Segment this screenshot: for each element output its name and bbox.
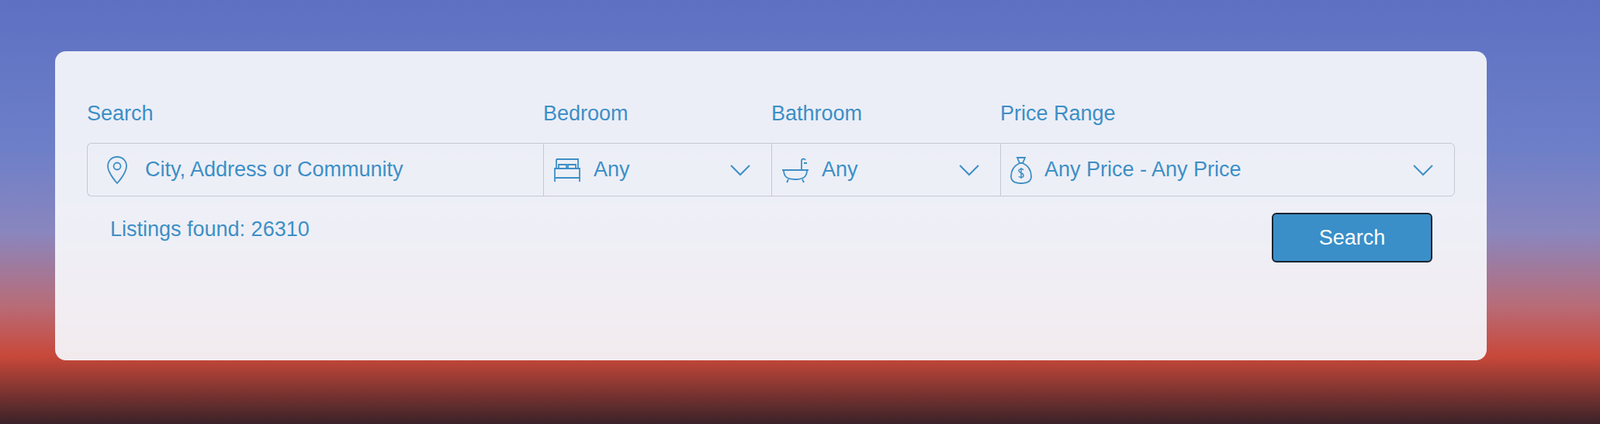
search-button[interactable]: Search <box>1271 212 1433 263</box>
listings-count: Listings found: 26310 <box>110 212 310 242</box>
search-input[interactable]: City, Address or Community <box>86 142 544 197</box>
search-form: SearchBedroomBathroomPrice Range City, Ad… <box>86 100 1455 197</box>
money-bag-icon <box>1008 154 1034 186</box>
location-pin-icon <box>104 154 130 186</box>
filter-dropdown[interactable]: Any Price - Any Price <box>1000 142 1455 197</box>
bathtub-icon <box>779 155 811 184</box>
search-card: SearchBedroomBathroomPrice RangeCity, Ad… <box>55 51 1487 361</box>
filter-value: Any <box>593 157 719 182</box>
filter-value: Any <box>821 157 948 182</box>
chevron-down-icon <box>1412 163 1434 177</box>
filter-label: Bathroom <box>771 100 1001 126</box>
filter-dropdown[interactable]: Any <box>771 142 1001 197</box>
results-row: Listings found: 26310 Search <box>86 212 1455 263</box>
chevron-down-icon <box>729 163 752 177</box>
filter-dropdown[interactable]: Any <box>543 142 772 197</box>
search-label: Search <box>86 100 544 126</box>
chevron-down-icon <box>958 163 981 177</box>
bed-icon <box>551 155 583 184</box>
filter-label: Bedroom <box>543 100 772 126</box>
search-placeholder: City, Address or Community <box>145 157 523 182</box>
filter-value: Any Price - Any Price <box>1044 157 1402 182</box>
filter-label: Price Range <box>1000 100 1455 126</box>
page: SearchBedroomBathroomPrice RangeCity, Ad… <box>0 0 1600 424</box>
